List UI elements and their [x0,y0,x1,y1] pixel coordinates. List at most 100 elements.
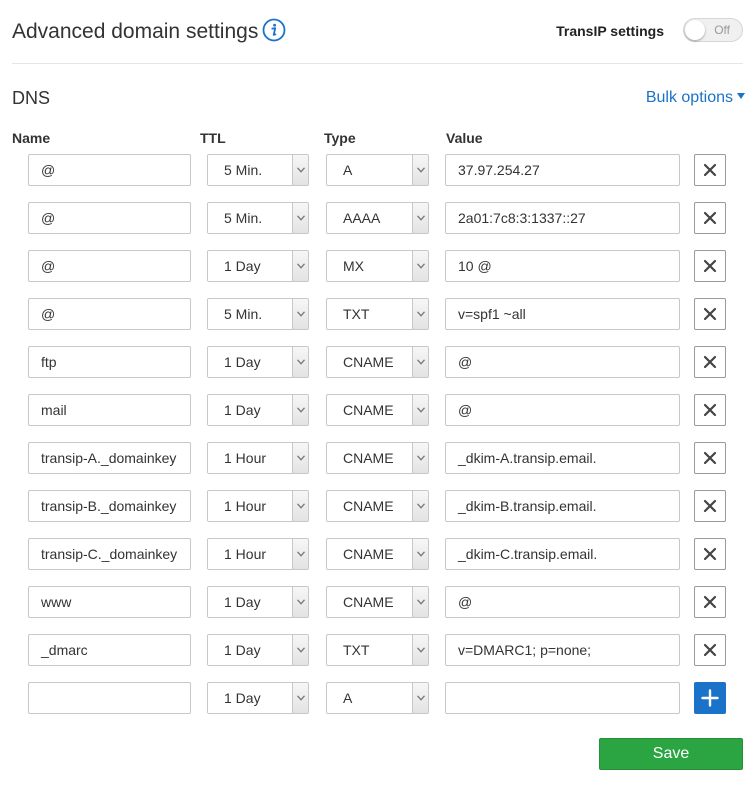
chevron-down-icon[interactable] [292,155,308,185]
record-name-input[interactable]: _dmarc [28,634,191,666]
record-type-value: MX [343,258,364,274]
dns-records-list: @5 Min. A 37.97.254.27 @5 Min. AAAA 2a01:7c8:… [0,154,755,730]
chevron-down-icon[interactable] [292,491,308,521]
bulk-options-dropdown[interactable]: Bulk options [646,89,733,107]
record-type-select[interactable]: CNAME [326,538,429,570]
record-type-select[interactable]: MX [326,250,429,282]
record-ttl-select[interactable]: 1 Hour [207,442,309,474]
delete-record-button[interactable] [694,346,726,378]
chevron-down-icon[interactable] [292,299,308,329]
dns-record-row: @5 Min. A 37.97.254.27 [0,154,755,202]
record-type-select[interactable]: AAAA [326,202,429,234]
record-name-input[interactable]: @ [28,298,191,330]
record-ttl-select[interactable]: 5 Min. [207,154,309,186]
info-icon[interactable] [262,18,286,42]
record-name-input[interactable] [28,682,191,714]
chevron-down-icon[interactable] [412,347,428,377]
chevron-down-icon[interactable] [412,635,428,665]
chevron-down-icon[interactable] [292,539,308,569]
chevron-down-icon[interactable] [412,491,428,521]
delete-record-button[interactable] [694,538,726,570]
record-value-input[interactable]: v=DMARC1; p=none; [445,634,680,666]
record-type-select[interactable]: A [326,682,429,714]
record-ttl-select[interactable]: 1 Day [207,394,309,426]
record-type-value: CNAME [343,402,394,418]
record-ttl-select[interactable]: 1 Day [207,634,309,666]
chevron-down-icon[interactable] [292,395,308,425]
delete-record-button[interactable] [694,634,726,666]
dns-record-row: @1 Day MX 10 @ [0,250,755,298]
record-type-select[interactable]: TXT [326,298,429,330]
delete-record-button[interactable] [694,490,726,522]
save-button[interactable]: Save [599,738,743,770]
record-value-input[interactable]: 2a01:7c8:3:1337::27 [445,202,680,234]
record-ttl-select[interactable]: 5 Min. [207,202,309,234]
record-ttl-select[interactable]: 1 Hour [207,538,309,570]
record-name-input[interactable]: @ [28,202,191,234]
record-ttl-select[interactable]: 1 Day [207,682,309,714]
record-name-input[interactable]: www [28,586,191,618]
record-type-select[interactable]: CNAME [326,442,429,474]
record-name-input[interactable]: transip-B._domainkey [28,490,191,522]
record-type-select[interactable]: CNAME [326,490,429,522]
chevron-down-icon[interactable] [412,587,428,617]
record-name-input[interactable]: mail [28,394,191,426]
delete-record-button[interactable] [694,202,726,234]
record-value-input[interactable]: _dkim-C.transip.email. [445,538,680,570]
record-ttl-select[interactable]: 5 Min. [207,298,309,330]
delete-record-button[interactable] [694,586,726,618]
delete-record-button[interactable] [694,154,726,186]
record-ttl-value: 5 Min. [224,210,263,226]
dns-record-row: transip-A._domainkey 1 Hour CNAME _dkim-A.t… [0,442,755,490]
chevron-down-icon[interactable] [412,683,428,713]
record-name-input[interactable]: transip-C._domainkey [28,538,191,570]
chevron-down-icon[interactable] [412,299,428,329]
record-name-input[interactable]: @ [28,154,191,186]
record-value-input[interactable]: 10 @ [445,250,680,282]
chevron-down-icon[interactable] [292,587,308,617]
record-type-select[interactable]: CNAME [326,586,429,618]
record-value-input[interactable]: _dkim-A.transip.email. [445,442,680,474]
chevron-down-icon[interactable] [292,635,308,665]
record-type-select[interactable]: A [326,154,429,186]
delete-record-button[interactable] [694,250,726,282]
add-record-button[interactable] [694,682,726,714]
caret-down-icon[interactable] [737,93,745,99]
record-value-input[interactable]: @ [445,586,680,618]
transip-settings-toggle[interactable]: Off [683,18,743,42]
record-type-select[interactable]: CNAME [326,346,429,378]
chevron-down-icon[interactable] [292,443,308,473]
record-ttl-select[interactable]: 1 Day [207,250,309,282]
dns-record-row: ftp 1 Day CNAME @ [0,346,755,394]
chevron-down-icon[interactable] [292,683,308,713]
chevron-down-icon[interactable] [412,155,428,185]
record-type-select[interactable]: TXT [326,634,429,666]
toggle-knob [685,20,705,40]
delete-record-button[interactable] [694,298,726,330]
chevron-down-icon[interactable] [292,203,308,233]
chevron-down-icon[interactable] [412,251,428,281]
chevron-down-icon[interactable] [412,203,428,233]
record-value-input[interactable]: @ [445,394,680,426]
delete-record-button[interactable] [694,394,726,426]
chevron-down-icon[interactable] [292,347,308,377]
record-ttl-select[interactable]: 1 Day [207,346,309,378]
record-value-input[interactable]: @ [445,346,680,378]
record-value-input[interactable]: v=spf1 ~all [445,298,680,330]
record-type-select[interactable]: CNAME [326,394,429,426]
record-name-input[interactable]: ftp [28,346,191,378]
dns-record-row: www 1 Day CNAME @ [0,586,755,634]
record-value-input[interactable] [445,682,680,714]
delete-record-button[interactable] [694,442,726,474]
chevron-down-icon[interactable] [412,443,428,473]
record-name-input[interactable]: @ [28,250,191,282]
record-ttl-select[interactable]: 1 Hour [207,490,309,522]
chevron-down-icon[interactable] [292,251,308,281]
chevron-down-icon[interactable] [412,539,428,569]
record-value-input[interactable]: 37.97.254.27 [445,154,680,186]
chevron-down-icon[interactable] [412,395,428,425]
record-name-input[interactable]: transip-A._domainkey [28,442,191,474]
record-ttl-value: 1 Day [224,594,261,610]
record-value-input[interactable]: _dkim-B.transip.email. [445,490,680,522]
record-ttl-select[interactable]: 1 Day [207,586,309,618]
